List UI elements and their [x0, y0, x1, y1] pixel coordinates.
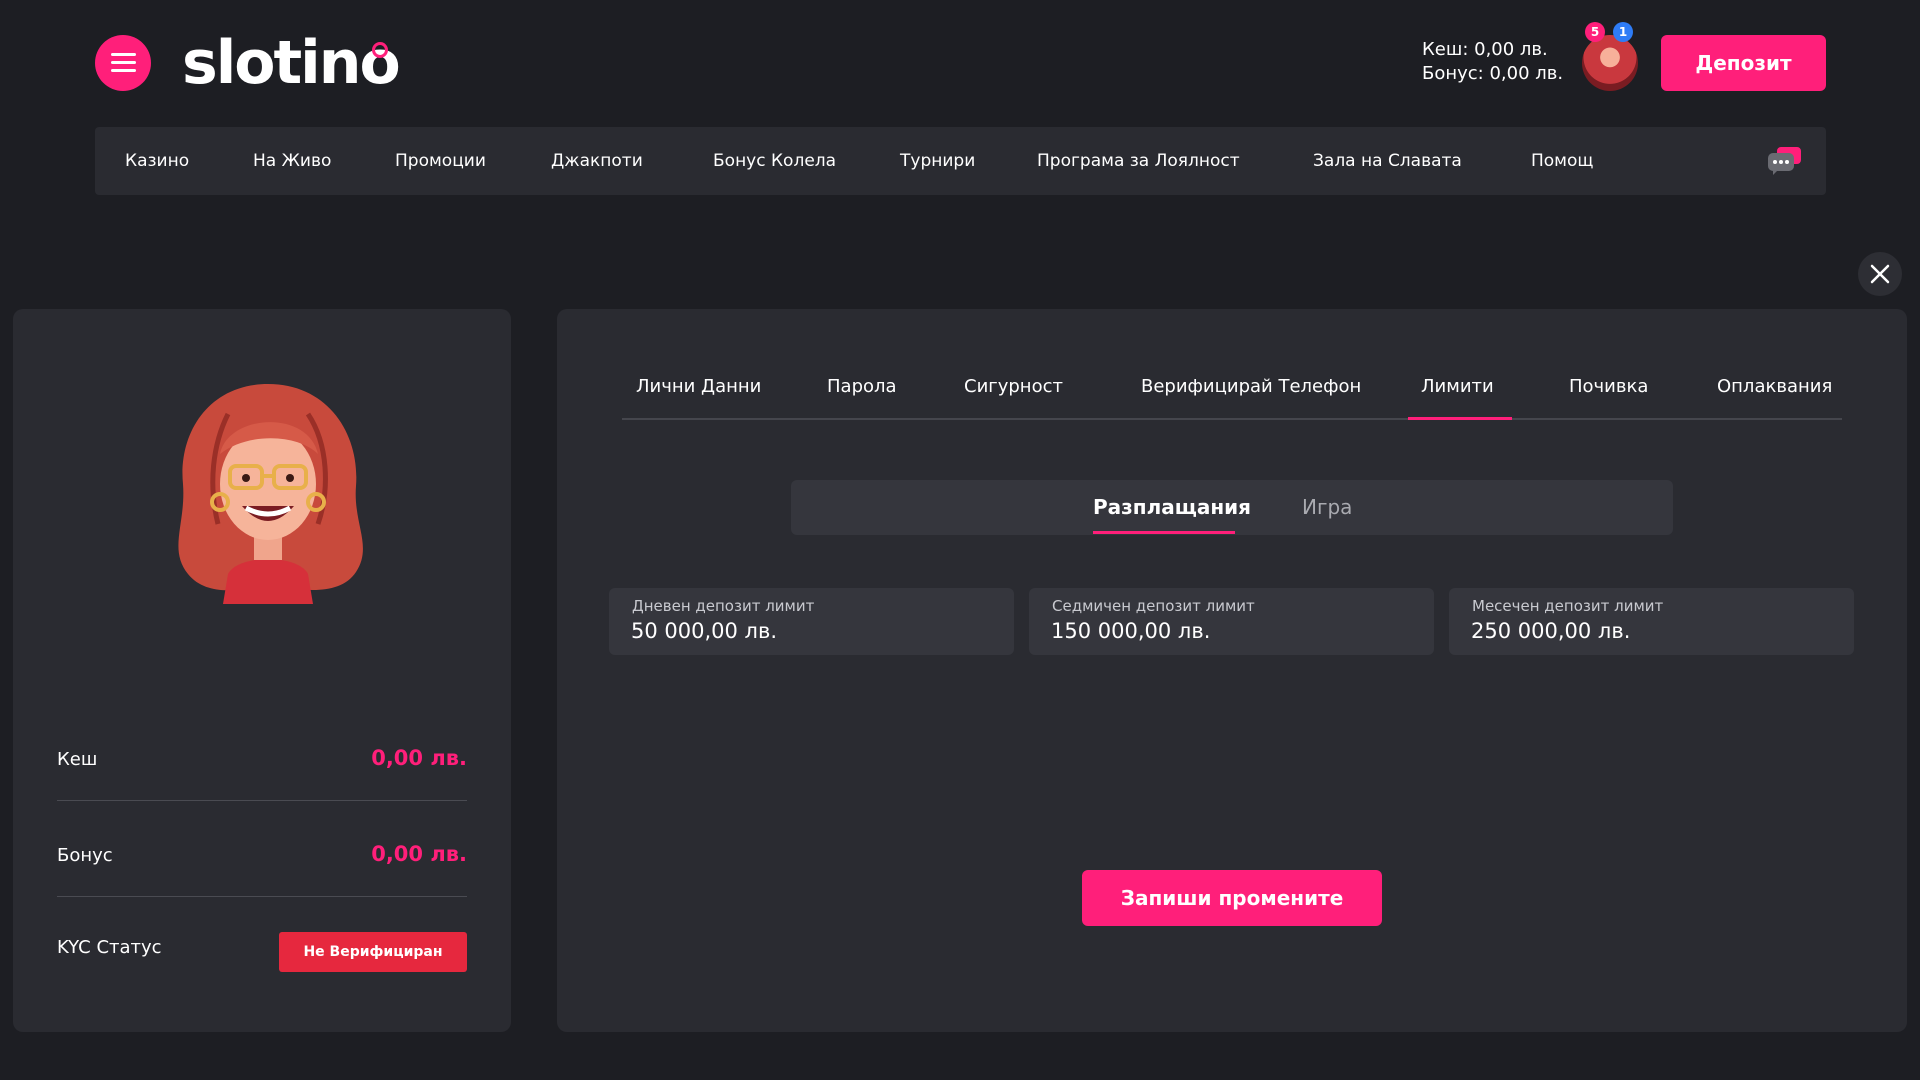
daily-deposit-limit-field[interactable]: Дневен депозит лимит 50 000,00 лв.	[609, 588, 1014, 655]
nav-item-live[interactable]: На Живо	[253, 127, 331, 195]
logo-dot-icon	[372, 42, 388, 58]
monthly-deposit-limit-value[interactable]: 250 000,00 лв.	[1471, 619, 1630, 643]
profile-avatar-image	[178, 384, 363, 604]
tab-complaints[interactable]: Оплаквания	[1717, 367, 1832, 407]
tab-personal-data[interactable]: Лични Данни	[636, 367, 761, 407]
tab-security[interactable]: Сигурност	[964, 367, 1063, 407]
settings-card: Лични Данни Парола Сигурност Верифицирай…	[557, 309, 1907, 1032]
chat-bubble-icon[interactable]	[1767, 147, 1803, 175]
avatar[interactable]	[1582, 35, 1638, 91]
bonus-value: 0,00 лв.	[371, 842, 467, 866]
logo[interactable]: slotino	[182, 25, 401, 101]
weekly-deposit-limit-value[interactable]: 150 000,00 лв.	[1051, 619, 1210, 643]
header-balances: Кеш: 0,00 лв. Бонус: 0,00 лв.	[1422, 38, 1577, 86]
tab-verify-phone[interactable]: Верифицирай Телефон	[1141, 367, 1361, 407]
close-icon	[1870, 264, 1890, 284]
weekly-deposit-limit-label: Седмичен депозит лимит	[1052, 597, 1255, 615]
nav-item-bonus-wheels[interactable]: Бонус Колела	[713, 127, 836, 195]
weekly-deposit-limit-field[interactable]: Седмичен депозит лимит 150 000,00 лв.	[1029, 588, 1434, 655]
main-nav: Казино На Живо Промоции Джакпоти Бонус К…	[95, 127, 1826, 195]
cash-row: Кеш 0,00 лв.	[57, 731, 467, 791]
messages-badge: 1	[1613, 22, 1633, 42]
monthly-deposit-limit-label: Месечен депозит лимит	[1472, 597, 1664, 615]
nav-item-hall-of-fame[interactable]: Зала на Славата	[1313, 127, 1462, 195]
menu-button[interactable]	[95, 35, 151, 91]
tab-break[interactable]: Почивка	[1569, 367, 1648, 407]
deposit-button[interactable]: Депозит	[1661, 35, 1826, 91]
nav-item-loyalty[interactable]: Програма за Лоялност	[1037, 127, 1240, 195]
status-badge[interactable]: Не Верифициран	[279, 932, 467, 972]
nav-item-casino[interactable]: Казино	[125, 127, 189, 195]
header-cash: Кеш: 0,00 лв.	[1422, 39, 1548, 60]
save-button[interactable]: Запиши промените	[1082, 870, 1382, 926]
daily-deposit-limit-value[interactable]: 50 000,00 лв.	[631, 619, 777, 643]
divider	[57, 800, 467, 801]
hamburger-icon	[111, 53, 136, 56]
tabs-divider	[622, 418, 1842, 420]
profile-card: Кеш 0,00 лв. Бонус 0,00 лв. KYC Статус Н…	[13, 309, 511, 1032]
active-subtab-indicator	[1093, 531, 1235, 534]
tab-limits[interactable]: Лимити	[1421, 367, 1494, 407]
daily-deposit-limit-label: Дневен депозит лимит	[632, 597, 815, 615]
header-bonus: Бонус: 0,00 лв.	[1422, 63, 1564, 84]
subtab-game[interactable]: Игра	[1302, 480, 1352, 535]
bonus-row: Бонус 0,00 лв.	[57, 827, 467, 887]
nav-item-jackpots[interactable]: Джакпоти	[551, 127, 643, 195]
cash-value: 0,00 лв.	[371, 746, 467, 770]
cash-label: Кеш	[57, 749, 98, 770]
close-button[interactable]	[1858, 252, 1902, 296]
nav-item-promotions[interactable]: Промоции	[395, 127, 486, 195]
kyc-label: KYC Статус	[57, 937, 162, 958]
limits-subtabs: Разплащания Игра	[791, 480, 1673, 535]
kyc-row: KYC Статус Не Верифициран	[57, 919, 467, 979]
tab-password[interactable]: Парола	[827, 367, 897, 407]
subtab-payments[interactable]: Разплащания	[1093, 480, 1251, 535]
active-tab-indicator	[1408, 417, 1512, 420]
divider	[57, 896, 467, 897]
nav-item-help[interactable]: Помощ	[1531, 127, 1593, 195]
monthly-deposit-limit-field[interactable]: Месечен депозит лимит 250 000,00 лв.	[1449, 588, 1854, 655]
nav-item-tournaments[interactable]: Турнири	[900, 127, 975, 195]
bonus-label: Бонус	[57, 845, 113, 866]
notifications-badge: 5	[1585, 22, 1605, 42]
